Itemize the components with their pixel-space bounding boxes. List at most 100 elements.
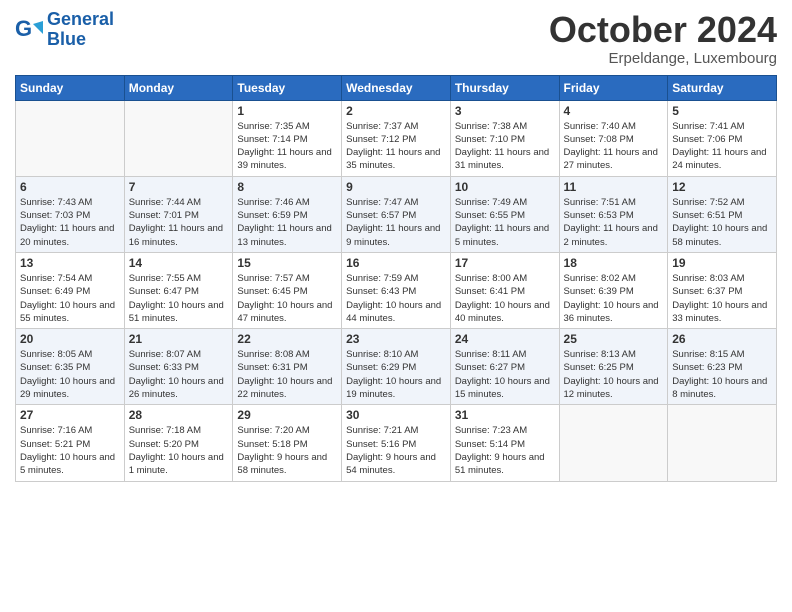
day-number: 31	[455, 408, 555, 422]
calendar-header-sunday: Sunday	[16, 75, 125, 100]
day-info: Sunrise: 8:07 AMSunset: 6:33 PMDaylight:…	[129, 348, 229, 401]
day-number: 30	[346, 408, 446, 422]
day-number: 22	[237, 332, 337, 346]
page: G General Blue October 2024 Erpeldange, …	[0, 0, 792, 612]
calendar-cell: 26 Sunrise: 8:15 AMSunset: 6:23 PMDayligh…	[668, 329, 777, 405]
calendar-week-row: 1 Sunrise: 7:35 AMSunset: 7:14 PMDaylight…	[16, 100, 777, 176]
day-number: 24	[455, 332, 555, 346]
calendar-week-row: 6Sunrise: 7:43 AMSunset: 7:03 PMDaylight…	[16, 176, 777, 252]
day-number: 13	[20, 256, 120, 270]
calendar-cell: 31 Sunrise: 7:23 AMSunset: 5:14 PMDayligh…	[450, 405, 559, 481]
calendar-cell: 30 Sunrise: 7:21 AMSunset: 5:16 PMDayligh…	[342, 405, 451, 481]
calendar-cell: 14Sunrise: 7:55 AMSunset: 6:47 PMDayligh…	[124, 252, 233, 328]
day-number: 28	[129, 408, 229, 422]
day-number: 16	[346, 256, 446, 270]
day-number: 1	[237, 104, 337, 118]
calendar-cell: 25 Sunrise: 8:13 AMSunset: 6:25 PMDayligh…	[559, 329, 668, 405]
calendar-cell: 23 Sunrise: 8:10 AMSunset: 6:29 PMDayligh…	[342, 329, 451, 405]
day-info: Sunrise: 8:11 AMSunset: 6:27 PMDaylight:…	[455, 348, 555, 401]
day-info: Sunrise: 8:13 AMSunset: 6:25 PMDaylight:…	[564, 348, 664, 401]
calendar-cell	[124, 100, 233, 176]
calendar-cell: 29 Sunrise: 7:20 AMSunset: 5:18 PMDayligh…	[233, 405, 342, 481]
header: G General Blue October 2024 Erpeldange, …	[15, 10, 777, 67]
day-info: Sunrise: 7:35 AMSunset: 7:14 PMDaylight:…	[237, 120, 337, 173]
day-info: Sunrise: 7:49 AMSunset: 6:55 PMDaylight:…	[455, 196, 555, 249]
day-info: Sunrise: 7:16 AMSunset: 5:21 PMDaylight:…	[20, 424, 120, 477]
day-number: 26	[672, 332, 772, 346]
day-info: Sunrise: 8:15 AMSunset: 6:23 PMDaylight:…	[672, 348, 772, 401]
day-number: 10	[455, 180, 555, 194]
day-info: Sunrise: 7:51 AMSunset: 6:53 PMDaylight:…	[564, 196, 664, 249]
calendar-cell: 17 Sunrise: 8:00 AMSunset: 6:41 PMDayligh…	[450, 252, 559, 328]
day-info: Sunrise: 7:21 AMSunset: 5:16 PMDaylight:…	[346, 424, 446, 477]
day-number: 20	[20, 332, 120, 346]
day-info: Sunrise: 7:23 AMSunset: 5:14 PMDaylight:…	[455, 424, 555, 477]
calendar-header-monday: Monday	[124, 75, 233, 100]
day-number: 12	[672, 180, 772, 194]
subtitle: Erpeldange, Luxembourg	[549, 50, 777, 67]
calendar-cell: 13 Sunrise: 7:54 AMSunset: 6:49 PMDayligh…	[16, 252, 125, 328]
day-number: 9	[346, 180, 446, 194]
calendar-cell: 21 Sunrise: 8:07 AMSunset: 6:33 PMDayligh…	[124, 329, 233, 405]
calendar-header-tuesday: Tuesday	[233, 75, 342, 100]
day-number: 2	[346, 104, 446, 118]
title-block: October 2024 Erpeldange, Luxembourg	[549, 10, 777, 67]
day-number: 23	[346, 332, 446, 346]
calendar-cell	[16, 100, 125, 176]
day-info: Sunrise: 7:59 AMSunset: 6:43 PMDaylight:…	[346, 272, 446, 325]
day-info: Sunrise: 8:08 AMSunset: 6:31 PMDaylight:…	[237, 348, 337, 401]
day-number: 25	[564, 332, 664, 346]
calendar-cell: 8Sunrise: 7:46 AMSunset: 6:59 PMDaylight…	[233, 176, 342, 252]
calendar-cell: 28 Sunrise: 7:18 AMSunset: 5:20 PMDayligh…	[124, 405, 233, 481]
day-info: Sunrise: 7:54 AMSunset: 6:49 PMDaylight:…	[20, 272, 120, 325]
calendar-header-wednesday: Wednesday	[342, 75, 451, 100]
day-info: Sunrise: 7:46 AMSunset: 6:59 PMDaylight:…	[237, 196, 337, 249]
day-number: 11	[564, 180, 664, 194]
calendar-cell: 27 Sunrise: 7:16 AMSunset: 5:21 PMDayligh…	[16, 405, 125, 481]
calendar-cell	[559, 405, 668, 481]
calendar-header-saturday: Saturday	[668, 75, 777, 100]
day-info: Sunrise: 8:02 AMSunset: 6:39 PMDaylight:…	[564, 272, 664, 325]
day-number: 21	[129, 332, 229, 346]
calendar-table: SundayMondayTuesdayWednesdayThursdayFrid…	[15, 75, 777, 482]
calendar-header-row: SundayMondayTuesdayWednesdayThursdayFrid…	[16, 75, 777, 100]
calendar-cell: 11 Sunrise: 7:51 AMSunset: 6:53 PMDayligh…	[559, 176, 668, 252]
logo-icon: G	[15, 16, 43, 44]
calendar-cell: 10 Sunrise: 7:49 AMSunset: 6:55 PMDayligh…	[450, 176, 559, 252]
logo-line1: General	[47, 10, 114, 30]
calendar-cell: 22 Sunrise: 8:08 AMSunset: 6:31 PMDayligh…	[233, 329, 342, 405]
calendar-cell: 3Sunrise: 7:38 AMSunset: 7:10 PMDaylight…	[450, 100, 559, 176]
day-info: Sunrise: 8:05 AMSunset: 6:35 PMDaylight:…	[20, 348, 120, 401]
calendar-cell: 16 Sunrise: 7:59 AMSunset: 6:43 PMDayligh…	[342, 252, 451, 328]
day-info: Sunrise: 7:43 AMSunset: 7:03 PMDaylight:…	[20, 196, 120, 249]
calendar-cell: 24 Sunrise: 8:11 AMSunset: 6:27 PMDayligh…	[450, 329, 559, 405]
svg-text:G: G	[15, 16, 32, 41]
day-number: 27	[20, 408, 120, 422]
calendar-cell: 20 Sunrise: 8:05 AMSunset: 6:35 PMDayligh…	[16, 329, 125, 405]
day-info: Sunrise: 8:10 AMSunset: 6:29 PMDaylight:…	[346, 348, 446, 401]
calendar-header-thursday: Thursday	[450, 75, 559, 100]
calendar-cell: 1 Sunrise: 7:35 AMSunset: 7:14 PMDaylight…	[233, 100, 342, 176]
day-number: 17	[455, 256, 555, 270]
calendar-cell: 19Sunrise: 8:03 AMSunset: 6:37 PMDayligh…	[668, 252, 777, 328]
calendar-header-friday: Friday	[559, 75, 668, 100]
day-info: Sunrise: 7:40 AMSunset: 7:08 PMDaylight:…	[564, 120, 664, 173]
day-info: Sunrise: 8:00 AMSunset: 6:41 PMDaylight:…	[455, 272, 555, 325]
calendar-cell: 5Sunrise: 7:41 AMSunset: 7:06 PMDaylight…	[668, 100, 777, 176]
day-number: 5	[672, 104, 772, 118]
day-info: Sunrise: 7:52 AMSunset: 6:51 PMDaylight:…	[672, 196, 772, 249]
calendar-cell: 15Sunrise: 7:57 AMSunset: 6:45 PMDayligh…	[233, 252, 342, 328]
day-number: 29	[237, 408, 337, 422]
calendar-cell: 7Sunrise: 7:44 AMSunset: 7:01 PMDaylight…	[124, 176, 233, 252]
logo-line2: Blue	[47, 30, 114, 50]
day-info: Sunrise: 7:18 AMSunset: 5:20 PMDaylight:…	[129, 424, 229, 477]
calendar-cell: 4 Sunrise: 7:40 AMSunset: 7:08 PMDaylight…	[559, 100, 668, 176]
day-info: Sunrise: 7:55 AMSunset: 6:47 PMDaylight:…	[129, 272, 229, 325]
calendar-week-row: 27 Sunrise: 7:16 AMSunset: 5:21 PMDayligh…	[16, 405, 777, 481]
day-info: Sunrise: 7:20 AMSunset: 5:18 PMDaylight:…	[237, 424, 337, 477]
day-number: 4	[564, 104, 664, 118]
day-number: 15	[237, 256, 337, 270]
calendar-cell: 2Sunrise: 7:37 AMSunset: 7:12 PMDaylight…	[342, 100, 451, 176]
day-info: Sunrise: 8:03 AMSunset: 6:37 PMDaylight:…	[672, 272, 772, 325]
calendar-cell: 9Sunrise: 7:47 AMSunset: 6:57 PMDaylight…	[342, 176, 451, 252]
